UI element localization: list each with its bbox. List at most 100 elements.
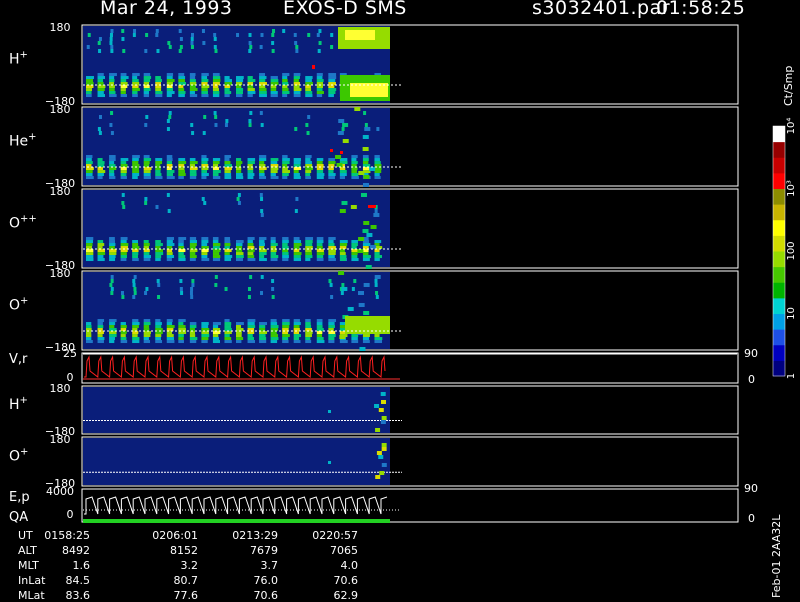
spectrogram-cell [339,176,346,180]
spectrogram-cell [178,255,186,259]
spectrogram-cell [374,173,380,177]
spectrogram-cell [374,161,381,165]
spectrogram-cell [122,205,126,209]
spectrogram-cell [328,170,334,174]
spectrogram-cell [351,243,358,247]
spectrogram-cell [259,340,267,344]
table-cell: 3.2 [180,559,199,572]
spectrogram-cell [224,255,233,259]
spectrogram-cell [143,161,150,165]
spectrogram-cell [259,170,265,174]
spectrogram-cell [305,322,311,326]
spectrogram-cell [120,73,127,77]
spectrogram-cell [120,94,127,98]
spectrogram-cell [236,252,244,256]
spectrogram-cell [133,287,137,291]
spectrogram-cell [270,94,278,98]
spectrogram-cell [120,258,127,262]
spectrogram-cell [236,79,244,83]
spectrogram-cell [86,337,92,341]
panel-5: V,r 250900 [9,347,758,386]
spectrogram-cell [155,91,163,95]
spectrogram-cell [259,73,266,77]
spectrogram-cell [328,76,337,80]
spectrogram-cell [166,158,173,162]
spectrogram-cell [155,170,161,174]
spectrogram-cell [155,340,163,344]
spectrogram-cell [282,240,289,244]
spectrogram-cell [224,337,232,341]
spectrogram-cell [212,176,221,180]
axis-top-label: 180 [50,267,71,280]
panel-label: H+ [9,395,28,413]
spectrogram-cell [293,325,300,329]
spectrogram-cell [201,325,209,329]
spectrogram-cell [379,471,385,475]
spectrogram-cell [293,88,302,92]
spectrogram-cell [374,334,380,338]
spectrogram-cell [374,255,383,259]
spectrogram-cell [178,29,182,33]
spectrogram-cell [307,33,311,37]
spectrogram-cell [293,173,300,177]
spectrogram-cell [120,240,127,244]
spectrogram-cell [201,258,210,262]
right-axis-bottom: 0 [748,512,755,525]
spectrogram-cell [155,240,161,244]
plot-page: Mar 24, 1993 EXOS-D SMS s3032401.par 01:… [0,0,800,602]
panel-label-sup: + [20,50,28,61]
spectrogram-cell [305,237,314,241]
table-cell: 0220:57 [312,529,358,542]
spectrogram-cell [375,428,381,432]
colorbar-tick-label: 100 [786,241,797,260]
spectrogram-cell [270,158,279,162]
spectrogram-cell [236,94,243,98]
spectrogram-cell [143,73,151,77]
spectrogram-cell [201,155,207,159]
spectrogram-cell [335,155,342,159]
spectrogram-cell [351,252,358,256]
spectrogram-cell [212,243,221,247]
spectrogram-cell [109,94,117,98]
spectrogram-cell [180,291,184,295]
spectrogram-cell [191,283,195,287]
spectrogram-cell [328,158,335,162]
spectrogram-cell [305,79,312,83]
axis-top-label: 180 [50,185,71,198]
spectrogram-cell [259,255,265,259]
spectrogram-cell [312,65,315,69]
panel-label-sup: + [20,296,28,307]
colorbar-tick-label: 10⁴ [786,118,797,135]
spectrogram-cell [214,115,218,119]
spectrogram-cell [259,76,267,80]
spectrogram-cell [201,173,209,177]
spectrogram-cell [293,79,299,83]
spectrogram-cell [224,76,230,80]
panel-label-qa: QA [9,510,28,525]
spectrogram-cell [155,322,162,326]
spectrogram-cell [224,91,232,95]
spectrogram-cell [132,94,138,98]
spectrogram-cell [97,41,101,45]
spectrogram-cell [86,237,94,241]
spectrogram-cell [259,91,267,95]
table-cell: 8492 [62,544,90,557]
spectrogram-cell [295,197,299,201]
spectrogram-cell [282,158,290,162]
spectrogram-cell [109,258,116,262]
spectrogram-cell [247,94,253,98]
spectrogram-cell [293,334,301,338]
spectrogram-cell [358,303,365,307]
spectrogram-cell [236,340,242,344]
spectrogram-cell [179,279,183,283]
spectrogram-cell [212,325,219,329]
spectrogram-cell [155,325,162,329]
colorbar-segment [773,126,785,143]
spectrogram-cell [155,33,159,37]
spectrogram-cell [339,340,348,344]
spectrogram-cell [339,335,346,339]
colorbar-segment [773,266,785,283]
spectrogram-cell [259,325,266,329]
spectrogram-cell [282,88,289,92]
spectrogram-cell [328,337,335,341]
